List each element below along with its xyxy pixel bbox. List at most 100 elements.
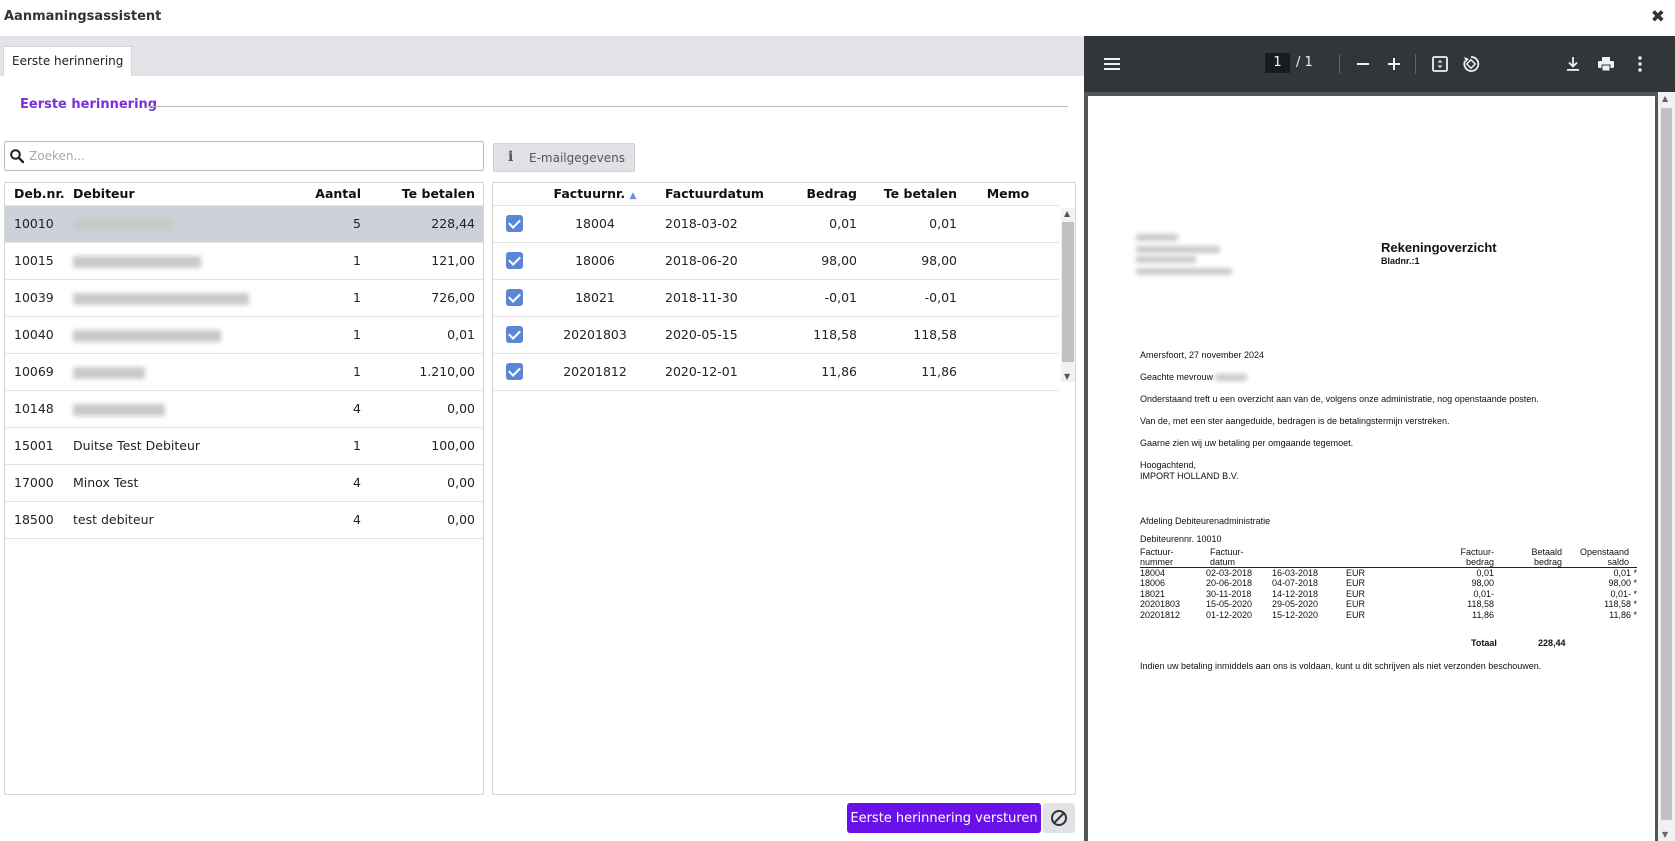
debtor-row[interactable]: 10015 1 121,00 — [5, 241, 483, 279]
debtor-count: 1 — [285, 426, 371, 464]
invoice-row[interactable]: 18006 2018-06-20 98,00 98,00 — [493, 241, 1059, 279]
toolbar-divider — [1415, 54, 1416, 74]
email-details-button[interactable]: i E-mailgegevens — [493, 143, 635, 172]
debtor-row[interactable]: 18500 test debiteur 4 0,00 — [5, 500, 483, 538]
scroll-up-arrow-icon[interactable]: ▲ — [1064, 209, 1070, 218]
search-input[interactable] — [29, 146, 469, 166]
debtor-name: test debiteur — [67, 500, 285, 538]
tab-eerste-herinnering[interactable]: Eerste herinnering — [3, 46, 133, 76]
invoice-checkbox[interactable] — [493, 352, 535, 390]
debtor-due: 121,00 — [371, 241, 475, 279]
section-title: Eerste herinnering — [20, 97, 158, 112]
col-aantal[interactable]: Aantal — [285, 183, 371, 205]
doc-amount: 0,01 — [1476, 568, 1495, 578]
menu-icon[interactable] — [1102, 54, 1122, 74]
scroll-down-arrow-icon[interactable]: ▼ — [1064, 372, 1070, 381]
scrollbar-thumb[interactable] — [1062, 222, 1074, 362]
doc-date: 15-05-2020 — [1206, 599, 1253, 610]
invoice-checkbox[interactable] — [493, 241, 535, 279]
invoice-amount: 0,01 — [775, 204, 857, 242]
col-debiteur[interactable]: Debiteur — [67, 183, 285, 205]
toolbar-divider — [1339, 54, 1340, 74]
doc-due-date: 15-12-2020 — [1272, 609, 1319, 620]
doc-open: 0,01- * — [1610, 588, 1638, 599]
debtor-row[interactable]: 10010 5 228,44 — [5, 204, 483, 242]
invoice-row[interactable]: 20201803 2020-05-15 118,58 118,58 — [493, 315, 1059, 353]
invoice-checkbox[interactable] — [493, 204, 535, 242]
debtor-nr: 18500 — [5, 500, 67, 538]
print-icon[interactable] — [1596, 54, 1616, 74]
doc-open: 11,86 * — [1609, 609, 1638, 620]
doc-date: 20-06-2018 — [1206, 578, 1253, 589]
col-factuurnr[interactable]: Factuurnr. ▲ — [535, 183, 655, 205]
invoices-scrollbar[interactable]: ▲ ▼ — [1061, 208, 1075, 382]
invoice-checkbox[interactable] — [493, 278, 535, 316]
debtors-panel: Deb.nr. Debiteur Aantal Te betalen 10010… — [4, 182, 484, 795]
col-te-betalen[interactable]: Te betalen — [371, 183, 475, 205]
debtor-row[interactable]: 10039 1 726,00 — [5, 278, 483, 316]
invoice-memo[interactable] — [957, 241, 1059, 279]
document-title: Rekeningoverzicht — [1381, 240, 1497, 255]
main-panel: Eerste herinnering Eerste herinnering i … — [0, 36, 1084, 841]
close-icon[interactable]: ✖ — [1651, 7, 1665, 27]
search-box[interactable] — [4, 141, 484, 171]
fit-page-icon[interactable] — [1430, 54, 1450, 74]
col-bedrag[interactable]: Bedrag — [775, 183, 857, 205]
debtor-due: 228,44 — [371, 204, 475, 242]
page-number-input[interactable]: 1 — [1265, 53, 1290, 73]
invoice-memo[interactable] — [957, 204, 1059, 242]
doc-open: 98,00 * — [1608, 578, 1638, 589]
send-first-reminder-button[interactable]: Eerste herinnering versturen — [847, 803, 1041, 833]
debtor-due: 0,01 — [371, 315, 475, 353]
debtor-row[interactable]: 15001 Duitse Test Debiteur 1 100,00 — [5, 426, 483, 464]
invoice-checkbox[interactable] — [493, 315, 535, 353]
invoice-row[interactable]: 18004 2018-03-02 0,01 0,01 — [493, 204, 1059, 242]
debtor-row[interactable]: 10069 1 1.210,00 — [5, 352, 483, 390]
debtor-row[interactable]: 17000 Minox Test 4 0,00 — [5, 463, 483, 501]
doc-due-date: 29-05-2020 — [1272, 599, 1319, 610]
scroll-down-arrow-icon[interactable]: ▼ — [1662, 830, 1668, 839]
download-icon[interactable] — [1563, 54, 1583, 74]
debtor-nr: 10015 — [5, 241, 67, 279]
doc-currency: EUR — [1346, 599, 1366, 610]
doc-currency: EUR — [1346, 609, 1366, 620]
pdf-scrollbar[interactable]: ▲ ▼ — [1658, 92, 1675, 841]
col-memo[interactable]: Memo — [957, 183, 1059, 205]
rotate-icon[interactable] — [1461, 54, 1481, 74]
document-row: 20201812 01-12-2020 15-12-2020 EUR 11,86… — [1140, 610, 1637, 621]
zoom-out-icon[interactable] — [1353, 54, 1373, 74]
col-inv-te-betalen[interactable]: Te betalen — [857, 183, 957, 205]
scrollbar-thumb[interactable] — [1661, 108, 1672, 820]
scroll-up-arrow-icon[interactable]: ▲ — [1662, 94, 1668, 103]
col-deb-nr[interactable]: Deb.nr. — [5, 183, 67, 205]
debtor-row[interactable]: 10148 4 0,00 — [5, 389, 483, 427]
invoice-nr: 20201812 — [535, 352, 655, 390]
doc-date: 30-11-2018 — [1206, 588, 1252, 599]
zoom-in-icon[interactable] — [1384, 54, 1404, 74]
cancel-button[interactable] — [1043, 803, 1075, 833]
search-icon — [10, 149, 25, 164]
doc-paid — [1494, 599, 1562, 610]
debtor-due: 0,00 — [371, 389, 475, 427]
invoice-amount: 118,58 — [775, 315, 857, 353]
debtor-count: 1 — [285, 315, 371, 353]
paragraph-1: Onderstaand treft u een overzicht aan va… — [1140, 394, 1539, 404]
invoice-memo[interactable] — [957, 315, 1059, 353]
debtor-row[interactable]: 10040 1 0,01 — [5, 315, 483, 353]
invoice-row[interactable]: 20201812 2020-12-01 11,86 11,86 — [493, 352, 1059, 390]
more-options-icon[interactable] — [1630, 54, 1650, 74]
col-factuurdatum[interactable]: Factuurdatum — [655, 183, 775, 205]
doc-col-open-2: saldo — [1607, 557, 1630, 567]
checkbox-checked-icon — [505, 252, 523, 269]
closing: Hoogachtend, — [1140, 460, 1197, 470]
invoice-row[interactable]: 18021 2018-11-30 -0,01 -0,01 — [493, 278, 1059, 316]
doc-paid — [1494, 589, 1562, 600]
debtor-count: 1 — [285, 352, 371, 390]
invoice-memo[interactable] — [957, 352, 1059, 390]
title-bar: Aanmaningsassistent ✖ — [0, 0, 1675, 36]
debtor-due: 0,00 — [371, 500, 475, 538]
debtor-count: 4 — [285, 389, 371, 427]
invoice-memo[interactable] — [957, 278, 1059, 316]
debtor-name — [67, 204, 285, 242]
col-factuurnr-label: Factuurnr. — [553, 186, 626, 202]
